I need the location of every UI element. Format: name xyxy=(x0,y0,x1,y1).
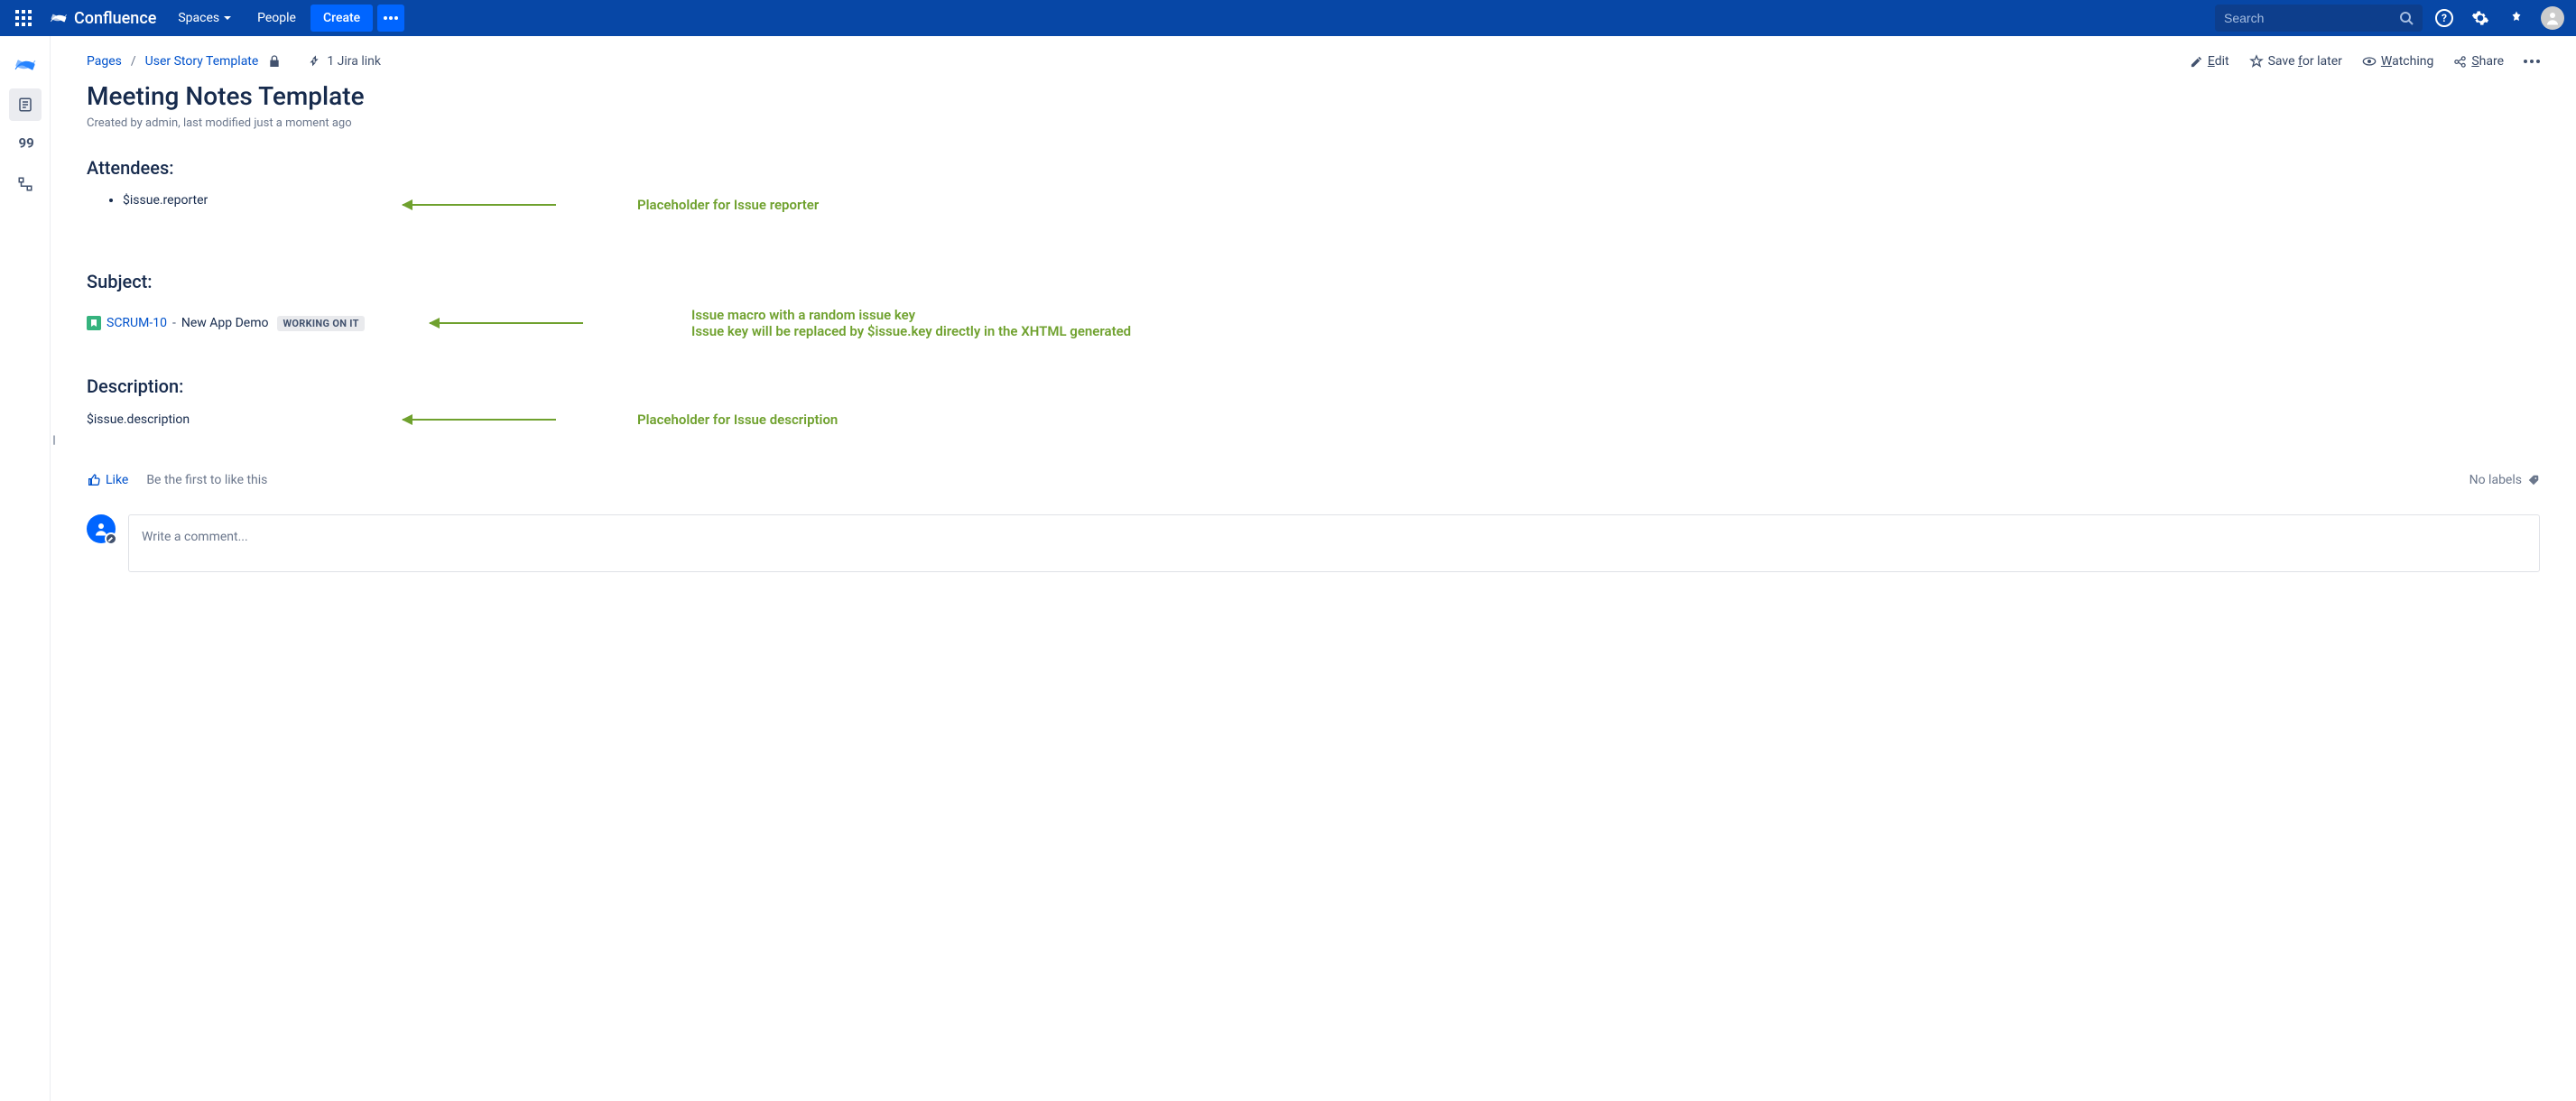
search-box[interactable] xyxy=(2215,5,2423,32)
label-icon xyxy=(2527,474,2540,486)
svg-text:99: 99 xyxy=(18,135,33,151)
add-comment-badge-icon xyxy=(105,532,117,545)
main-content: Pages / User Story Template 1 Jira link … xyxy=(51,36,2576,1101)
save-for-later-button[interactable]: Save for later xyxy=(2249,54,2342,69)
comment-section: Write a comment... xyxy=(87,514,2540,572)
like-text: Be the first to like this xyxy=(146,473,267,487)
more-actions-button[interactable] xyxy=(2524,60,2540,63)
jira-icon xyxy=(309,54,323,69)
page-byline: Created by admin, last modified just a m… xyxy=(87,116,2540,130)
attendees-heading: Attendees: xyxy=(87,157,2540,179)
description-heading: Description: xyxy=(87,375,2540,397)
restrictions-icon[interactable] xyxy=(267,54,282,69)
no-labels-text: No labels xyxy=(2469,473,2522,487)
edit-button[interactable]: Edit xyxy=(2190,54,2229,69)
top-navigation: Confluence Spaces People Create ? xyxy=(0,0,2576,36)
app-switcher-icon[interactable] xyxy=(9,4,38,32)
annotation-arrow xyxy=(403,419,556,421)
jira-link-text: 1 Jira link xyxy=(327,54,381,69)
svg-text:?: ? xyxy=(2442,12,2447,24)
sidebar-tree-icon[interactable] xyxy=(9,168,42,200)
sidebar-blog-icon[interactable]: 99 xyxy=(9,128,42,161)
like-label: Like xyxy=(106,473,128,487)
comment-input[interactable]: Write a comment... xyxy=(128,514,2540,572)
description-body: $issue.description xyxy=(87,412,303,427)
star-icon xyxy=(2249,54,2264,69)
left-sidebar: 99 || xyxy=(0,36,51,1101)
story-icon xyxy=(87,316,101,330)
user-icon xyxy=(2544,10,2561,26)
labels-area[interactable]: No labels xyxy=(2469,473,2540,487)
help-icon[interactable]: ? xyxy=(2430,4,2459,32)
thumbs-up-icon xyxy=(87,473,101,487)
subject-heading: Subject: xyxy=(87,271,2540,292)
ellipsis-icon xyxy=(384,16,398,20)
breadcrumb-pages[interactable]: Pages xyxy=(87,54,122,69)
create-button-label: Create xyxy=(323,11,360,25)
create-button[interactable]: Create xyxy=(310,5,373,32)
notifications-icon[interactable] xyxy=(2502,4,2531,32)
annotation-arrow xyxy=(430,322,583,324)
share-icon xyxy=(2453,55,2467,69)
issue-separator: - xyxy=(172,316,176,330)
settings-icon[interactable] xyxy=(2466,4,2495,32)
sidebar-collapse-handle[interactable]: || xyxy=(52,433,54,446)
confluence-logo[interactable]: Confluence xyxy=(42,8,163,28)
page-title: Meeting Notes Template xyxy=(87,81,2540,111)
eye-icon xyxy=(2362,54,2377,69)
like-row: Like Be the first to like this No labels xyxy=(87,473,2540,487)
annotation-macro: Issue macro with a random issue key Issu… xyxy=(691,307,1131,339)
search-icon xyxy=(2399,11,2414,25)
ellipsis-icon xyxy=(2524,60,2540,63)
jira-issue-macro[interactable]: SCRUM-10 - New App Demo WORKING ON IT xyxy=(87,316,403,331)
pencil-icon xyxy=(2190,55,2203,69)
logo-text: Confluence xyxy=(74,9,156,28)
page-toolbar: Pages / User Story Template 1 Jira link … xyxy=(87,54,2540,69)
nav-people[interactable]: People xyxy=(246,0,307,36)
issue-status: WORKING ON IT xyxy=(277,316,364,331)
chevron-down-icon xyxy=(223,14,232,23)
edit-label: dit xyxy=(2215,54,2229,69)
annotation-arrow xyxy=(403,204,556,206)
attendee-item: $issue.reporter xyxy=(123,193,303,208)
comment-avatar xyxy=(87,514,116,543)
annotation-macro-l1: Issue macro with a random issue key xyxy=(691,307,915,323)
nav-people-label: People xyxy=(257,11,296,25)
breadcrumb-parent[interactable]: User Story Template xyxy=(145,54,259,69)
issue-summary: New App Demo xyxy=(181,316,269,330)
annotation-macro-l2: Issue key will be replaced by $issue.key… xyxy=(691,323,1131,339)
issue-key: SCRUM-10 xyxy=(107,316,167,330)
breadcrumb-separator: / xyxy=(131,54,136,69)
watching-button[interactable]: Watching xyxy=(2362,54,2433,69)
nav-spaces[interactable]: Spaces xyxy=(167,0,243,36)
share-button[interactable]: Share xyxy=(2453,54,2504,69)
create-more-button[interactable] xyxy=(377,5,404,32)
nav-spaces-label: Spaces xyxy=(178,11,219,25)
profile-avatar[interactable] xyxy=(2538,4,2567,32)
annotation-description: Placeholder for Issue description xyxy=(637,412,838,428)
sidebar-pages-icon[interactable] xyxy=(9,88,42,121)
search-input[interactable] xyxy=(2224,11,2399,25)
annotation-reporter: Placeholder for Issue reporter xyxy=(637,197,819,213)
jira-links-button[interactable]: 1 Jira link xyxy=(309,54,381,69)
like-button[interactable]: Like xyxy=(87,473,128,487)
space-logo[interactable] xyxy=(9,49,42,81)
comment-placeholder: Write a comment... xyxy=(142,530,248,544)
